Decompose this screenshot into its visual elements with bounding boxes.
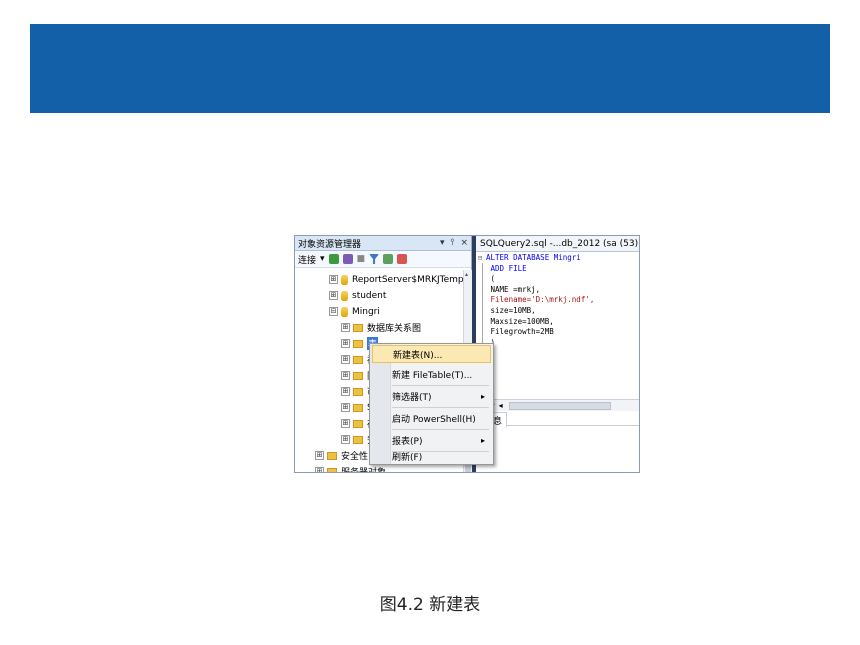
- collapse-region-icon[interactable]: ⊟: [478, 253, 482, 264]
- code-line: Maxsize=100MB,: [486, 316, 554, 326]
- folder-icon: [327, 467, 337, 472]
- tree-node-diagrams[interactable]: ⊞ 数据库关系图: [341, 320, 421, 335]
- object-explorer-titlebar: 对象资源管理器 ▾ ⫯ ×: [295, 236, 471, 251]
- menu-item-refresh[interactable]: 刷新(F): [372, 447, 491, 465]
- menu-separator: [392, 385, 489, 386]
- tree-node-label: Mingri: [352, 306, 380, 317]
- scroll-left-icon[interactable]: ◂: [499, 401, 503, 410]
- scroll-up-icon[interactable]: ▴: [465, 271, 468, 278]
- code-line: ADD FILE: [486, 263, 527, 273]
- folder-icon: [353, 371, 363, 380]
- database-icon: [341, 274, 348, 285]
- outline-guide: [482, 263, 483, 355]
- expand-icon[interactable]: ⊞: [341, 419, 350, 428]
- stop-icon[interactable]: ■: [357, 254, 366, 264]
- menu-item-label: 启动 PowerShell(H): [392, 414, 476, 425]
- tree-node-label: ReportServer$MRKJTempD: [352, 274, 471, 285]
- editor-horizontal-scrollbar[interactable]: % ▾ ◂: [476, 399, 639, 411]
- menu-item-new-filetable[interactable]: 新建 FileTable(T)...: [372, 365, 491, 383]
- disconnect-icon[interactable]: [342, 254, 353, 264]
- filter-icon[interactable]: [369, 254, 380, 264]
- menu-item-filter[interactable]: 筛选器(T) ▸: [372, 387, 491, 405]
- code-line: ): [486, 338, 639, 349]
- menu-item-start-powershell[interactable]: 启动 PowerShell(H): [372, 409, 491, 427]
- activity-monitor-icon[interactable]: [397, 254, 408, 264]
- close-icon[interactable]: ×: [460, 238, 468, 248]
- tree-node-label: 服务器对象: [341, 468, 387, 473]
- query-editor-panel: SQLQuery2.sql -...db_2012 (sa (53))* × ⊟…: [476, 236, 639, 472]
- code-line: Filegrowth=2MB: [486, 327, 554, 337]
- code-line: ALTER DATABASE Mingri: [486, 253, 581, 262]
- folder-icon: [353, 387, 363, 396]
- expand-icon[interactable]: ⊞: [341, 387, 350, 396]
- database-icon: [341, 306, 348, 317]
- code-line: Filename='D:\mrkj.ndf',: [486, 295, 595, 305]
- menu-item-label: 新建 FileTable(T)...: [392, 370, 473, 381]
- folder-icon: [353, 323, 363, 332]
- context-menu: 新建表(N)... 新建 FileTable(T)... 筛选器(T) ▸ 启动…: [369, 343, 494, 465]
- dropdown-icon[interactable]: ▾: [440, 238, 445, 248]
- menu-item-label: 筛选器(T): [392, 392, 432, 403]
- expand-icon[interactable]: ⊞: [315, 467, 324, 472]
- expand-icon[interactable]: ⊞: [341, 339, 350, 348]
- submenu-arrow-icon: ▸: [480, 435, 485, 445]
- menu-item-new-table[interactable]: 新建表(N)...: [372, 345, 491, 363]
- expand-icon[interactable]: ⊞: [329, 275, 338, 284]
- folder-icon: [353, 355, 363, 364]
- scrollbar-thumb[interactable]: [508, 401, 611, 410]
- scrollbar-thumb[interactable]: [465, 465, 471, 472]
- expand-icon[interactable]: ⊞: [341, 323, 350, 332]
- folder-icon: [353, 419, 363, 428]
- menu-item-label: 新建表(N)...: [393, 350, 443, 361]
- expand-icon[interactable]: ⊞: [329, 291, 338, 300]
- collapse-icon[interactable]: ⊟: [329, 307, 338, 316]
- expand-icon[interactable]: ⊞: [341, 371, 350, 380]
- code-line: (: [486, 274, 496, 284]
- tree-node-reportserver[interactable]: ⊞ ReportServer$MRKJTempD: [329, 272, 471, 287]
- tree-node-label: 安全性: [341, 452, 369, 462]
- tree-node-student[interactable]: ⊞ student: [329, 288, 386, 303]
- folder-icon: [353, 403, 363, 412]
- expand-icon[interactable]: ⊞: [341, 355, 350, 364]
- tree-node-service-broker[interactable]: ⊞ S: [341, 400, 373, 415]
- connect-icon[interactable]: [328, 254, 339, 264]
- tree-node-label: student: [352, 290, 387, 301]
- object-explorer-toolbar: 连接 ▾ ■: [295, 251, 471, 268]
- ssms-screenshot: 对象资源管理器 ▾ ⫯ × 连接 ▾ ■ ⊞ ReportServer$MRKJ…: [294, 235, 640, 473]
- submenu-arrow-icon: ▸: [480, 391, 485, 401]
- folder-icon: [353, 435, 363, 444]
- tree-node-security[interactable]: ⊞ 安全性: [315, 448, 368, 463]
- expand-icon[interactable]: ⊞: [341, 403, 350, 412]
- folder-icon: [327, 451, 337, 460]
- results-tabstrip: 消息: [476, 412, 639, 428]
- tree-node-label: 数据库关系图: [367, 324, 422, 334]
- code-line: size=10MB,: [486, 305, 536, 315]
- folder-icon: [353, 339, 363, 348]
- figure-caption: 图4.2 新建表: [379, 595, 481, 615]
- object-explorer-title: 对象资源管理器: [298, 239, 362, 250]
- menu-separator: [392, 407, 489, 408]
- connect-dropdown-icon[interactable]: ▾: [320, 254, 325, 264]
- code-line: NAME =mrkj,: [486, 284, 541, 294]
- tab-sqlquery2[interactable]: SQLQuery2.sql -...db_2012 (sa (53))* ×: [476, 236, 639, 252]
- pin-icon[interactable]: ⫯: [451, 238, 455, 248]
- messages-pane: [476, 427, 639, 472]
- header-banner: [30, 24, 830, 113]
- menu-item-label: 刷新(F): [392, 452, 423, 463]
- refresh-icon[interactable]: [383, 254, 394, 264]
- tree-node-server-objects[interactable]: ⊞ 服务器对象: [315, 464, 387, 473]
- database-icon: [341, 290, 348, 301]
- expand-icon[interactable]: ⊞: [341, 435, 350, 444]
- tree-node-mingri[interactable]: ⊟ Mingri: [329, 304, 380, 319]
- sql-code-area[interactable]: ⊟ ALTER DATABASE Mingri ADD FILE ( NAME …: [476, 253, 639, 399]
- menu-item-label: 报表(P): [392, 436, 423, 447]
- connect-button[interactable]: 连接: [298, 253, 316, 266]
- expand-icon[interactable]: ⊞: [315, 451, 324, 460]
- tab-label: SQLQuery2.sql -...db_2012 (sa (53))*: [480, 238, 640, 249]
- menu-separator: [392, 429, 489, 430]
